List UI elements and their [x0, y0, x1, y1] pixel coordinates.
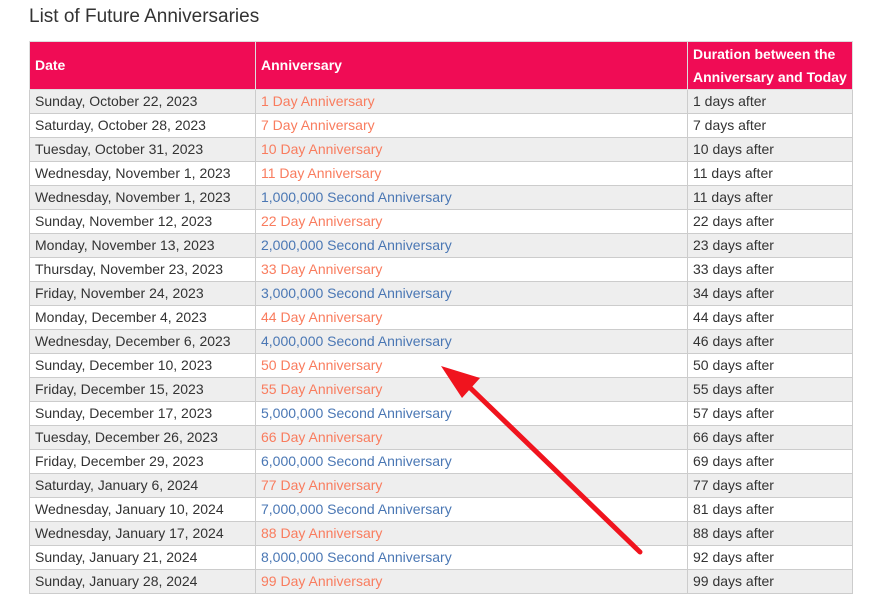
duration-cell: 10 days after	[687, 137, 853, 162]
anniversary-cell: 77 Day Anniversary	[255, 473, 688, 498]
table-row: Friday, December 29, 2023 6,000,000 Secon…	[29, 449, 853, 474]
duration-cell: 57 days after	[687, 401, 853, 426]
anniversary-cell: 11 Day Anniversary	[255, 161, 688, 186]
anniversary-cell: 22 Day Anniversary	[255, 209, 688, 234]
duration-cell: 92 days after	[687, 545, 853, 570]
table-row: Sunday, December 17, 2023 5,000,000 Secon…	[29, 401, 853, 426]
duration-cell: 11 days after	[687, 185, 853, 210]
table-row: Monday, November 13, 2023 2,000,000 Secon…	[29, 233, 853, 258]
duration-cell: 55 days after	[687, 377, 853, 402]
duration-cell: 66 days after	[687, 425, 853, 450]
anniversary-cell: 33 Day Anniversary	[255, 257, 688, 282]
date-cell: Wednesday, November 1, 2023	[29, 185, 256, 210]
date-cell: Thursday, November 23, 2023	[29, 257, 256, 282]
table-row: Wednesday, January 10, 2024 7,000,000 Sec…	[29, 497, 853, 522]
date-cell: Friday, December 15, 2023	[29, 377, 256, 402]
table-row: Saturday, October 28, 2023 7 Day Annivers…	[29, 113, 853, 138]
date-cell: Saturday, October 28, 2023	[29, 113, 256, 138]
header-date: Date	[29, 41, 256, 90]
header-duration: Duration between the Anniversary and Tod…	[687, 41, 853, 90]
date-cell: Wednesday, November 1, 2023	[29, 161, 256, 186]
anniversary-cell: 1,000,000 Second Anniversary	[255, 185, 688, 210]
duration-cell: 50 days after	[687, 353, 853, 378]
date-cell: Sunday, November 12, 2023	[29, 209, 256, 234]
duration-cell: 88 days after	[687, 521, 853, 546]
table-row: Saturday, January 6, 2024 77 Day Annivers…	[29, 473, 853, 498]
table-row: Wednesday, December 6, 2023 4,000,000 Sec…	[29, 329, 853, 354]
table-row: Thursday, November 23, 2023 33 Day Annive…	[29, 257, 853, 282]
anniversaries-table: Date Anniversary Duration between the An…	[29, 41, 853, 594]
anniversary-cell: 99 Day Anniversary	[255, 569, 688, 594]
duration-cell: 11 days after	[687, 161, 853, 186]
duration-cell: 22 days after	[687, 209, 853, 234]
date-cell: Tuesday, December 26, 2023	[29, 425, 256, 450]
table-row: Sunday, October 22, 2023 1 Day Anniversar…	[29, 89, 853, 114]
duration-cell: 81 days after	[687, 497, 853, 522]
duration-cell: 23 days after	[687, 233, 853, 258]
anniversary-cell: 5,000,000 Second Anniversary	[255, 401, 688, 426]
anniversary-cell: 3,000,000 Second Anniversary	[255, 281, 688, 306]
table-row: Wednesday, January 17, 2024 88 Day Annive…	[29, 521, 853, 546]
anniversary-cell: 88 Day Anniversary	[255, 521, 688, 546]
table-row: Sunday, January 21, 2024 8,000,000 Second…	[29, 545, 853, 570]
date-cell: Monday, December 4, 2023	[29, 305, 256, 330]
date-cell: Sunday, December 17, 2023	[29, 401, 256, 426]
date-cell: Friday, November 24, 2023	[29, 281, 256, 306]
anniversary-cell: 66 Day Anniversary	[255, 425, 688, 450]
duration-cell: 69 days after	[687, 449, 853, 474]
table-row: Friday, November 24, 2023 3,000,000 Secon…	[29, 281, 853, 306]
table-row: Tuesday, October 31, 2023 10 Day Annivers…	[29, 137, 853, 162]
duration-cell: 7 days after	[687, 113, 853, 138]
table-row: Friday, December 15, 2023 55 Day Annivers…	[29, 377, 853, 402]
date-cell: Sunday, January 28, 2024	[29, 569, 256, 594]
anniversary-cell: 2,000,000 Second Anniversary	[255, 233, 688, 258]
table-body: Sunday, October 22, 2023 1 Day Anniversar…	[29, 89, 853, 594]
duration-cell: 46 days after	[687, 329, 853, 354]
anniversary-cell: 50 Day Anniversary	[255, 353, 688, 378]
table-row: Monday, December 4, 2023 44 Day Anniversa…	[29, 305, 853, 330]
table-row: Sunday, November 12, 2023 22 Day Annivers…	[29, 209, 853, 234]
anniversary-cell: 7 Day Anniversary	[255, 113, 688, 138]
table-row: Wednesday, November 1, 2023 1,000,000 Sec…	[29, 185, 853, 210]
date-cell: Wednesday, January 10, 2024	[29, 497, 256, 522]
table-row: Tuesday, December 26, 2023 66 Day Anniver…	[29, 425, 853, 450]
date-cell: Sunday, January 21, 2024	[29, 545, 256, 570]
page-title: List of Future Anniversaries	[29, 6, 260, 27]
table-header-row: Date Anniversary Duration between the An…	[29, 41, 853, 90]
duration-cell: 33 days after	[687, 257, 853, 282]
anniversary-cell: 10 Day Anniversary	[255, 137, 688, 162]
anniversary-cell: 44 Day Anniversary	[255, 305, 688, 330]
date-cell: Saturday, January 6, 2024	[29, 473, 256, 498]
anniversary-cell: 6,000,000 Second Anniversary	[255, 449, 688, 474]
duration-cell: 77 days after	[687, 473, 853, 498]
date-cell: Friday, December 29, 2023	[29, 449, 256, 474]
anniversary-cell: 4,000,000 Second Anniversary	[255, 329, 688, 354]
date-cell: Sunday, October 22, 2023	[29, 89, 256, 114]
table-row: Wednesday, November 1, 2023 11 Day Annive…	[29, 161, 853, 186]
date-cell: Wednesday, December 6, 2023	[29, 329, 256, 354]
date-cell: Wednesday, January 17, 2024	[29, 521, 256, 546]
duration-cell: 99 days after	[687, 569, 853, 594]
anniversary-cell: 8,000,000 Second Anniversary	[255, 545, 688, 570]
duration-cell: 1 days after	[687, 89, 853, 114]
date-cell: Sunday, December 10, 2023	[29, 353, 256, 378]
duration-cell: 34 days after	[687, 281, 853, 306]
anniversary-cell: 1 Day Anniversary	[255, 89, 688, 114]
date-cell: Monday, November 13, 2023	[29, 233, 256, 258]
duration-cell: 44 days after	[687, 305, 853, 330]
table-row: Sunday, December 10, 2023 50 Day Annivers…	[29, 353, 853, 378]
anniversary-cell: 55 Day Anniversary	[255, 377, 688, 402]
header-anniversary: Anniversary	[255, 41, 688, 90]
anniversary-cell: 7,000,000 Second Anniversary	[255, 497, 688, 522]
table-row: Sunday, January 28, 2024 99 Day Anniversa…	[29, 569, 853, 594]
date-cell: Tuesday, October 31, 2023	[29, 137, 256, 162]
